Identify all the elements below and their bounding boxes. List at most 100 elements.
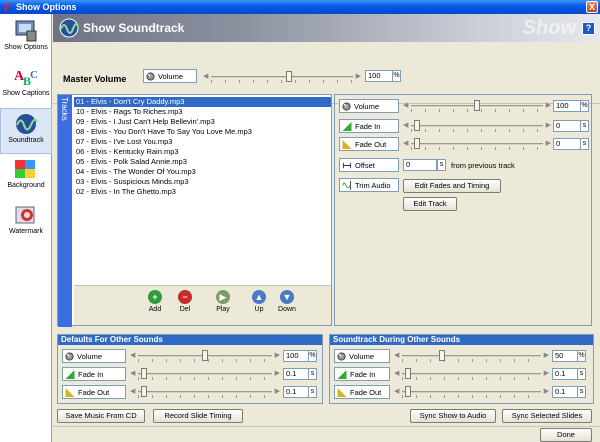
sidebar-item-background[interactable]: Background: [0, 154, 52, 200]
track-list[interactable]: 01 - Elvis - Don't Cry Daddy.mp3 10 - Elv…: [74, 97, 331, 285]
slider-right-arrow-icon[interactable]: ▶: [546, 121, 551, 129]
slider-thumb[interactable]: [202, 350, 208, 361]
master-volume-field[interactable]: 100: [365, 70, 395, 82]
track-list-item[interactable]: 05 - Elvis - Polk Salad Annie.mp3: [74, 157, 331, 167]
slider-left-arrow-icon[interactable]: ◀: [394, 351, 399, 359]
track-fadeout-field[interactable]: 0: [553, 138, 581, 150]
during-fadein-slider[interactable]: ◀ ▶: [394, 368, 549, 380]
slider-left-arrow-icon[interactable]: ◀: [403, 101, 408, 109]
slider-left-arrow-icon[interactable]: ◀: [130, 351, 135, 359]
slider-track[interactable]: [411, 125, 543, 127]
during-fadein-field[interactable]: 0.1: [552, 368, 578, 380]
track-list-item[interactable]: 03 - Elvis - Suspicious Minds.mp3: [74, 177, 331, 187]
track-fadein-slider[interactable]: ◀ ▶: [403, 120, 551, 132]
slider-right-arrow-icon[interactable]: ▶: [546, 101, 551, 109]
defaults-volume-button[interactable]: Volume: [62, 349, 126, 363]
master-volume-slider[interactable]: ◀ ▶: [203, 71, 361, 83]
offset-button[interactable]: Offset: [339, 158, 399, 172]
during-fadeout-slider[interactable]: ◀ ▶: [394, 386, 549, 398]
add-track-button[interactable]: + Add: [140, 290, 170, 313]
slider-track[interactable]: [411, 143, 543, 145]
track-list-item[interactable]: 06 - Elvis - Kentucky Rain.mp3: [74, 147, 331, 157]
sidebar-item-watermark[interactable]: Watermark: [0, 200, 52, 246]
slider-thumb[interactable]: [140, 386, 147, 397]
slider-track[interactable]: [138, 391, 272, 393]
close-button[interactable]: X: [586, 1, 598, 13]
help-button[interactable]: ?: [582, 22, 595, 35]
slider-thumb[interactable]: [285, 71, 292, 82]
sync-show-audio-button[interactable]: Sync Show to Audio: [410, 409, 496, 423]
defaults-fadein-button[interactable]: Fade In: [62, 367, 126, 381]
slider-thumb[interactable]: [140, 368, 147, 379]
track-fadein-field[interactable]: 0: [553, 120, 581, 132]
during-volume-field[interactable]: 50: [552, 350, 578, 362]
slider-left-arrow-icon[interactable]: ◀: [403, 139, 408, 147]
track-fadein-button[interactable]: Fade In: [339, 119, 399, 133]
defaults-fadeout-slider[interactable]: ◀ ▶: [130, 386, 280, 398]
slider-thumb[interactable]: [404, 386, 411, 397]
slider-right-arrow-icon[interactable]: ▶: [356, 72, 361, 80]
track-list-item[interactable]: 02 - Elvis - In The Ghetto.mp3: [74, 187, 331, 197]
slider-left-arrow-icon[interactable]: ◀: [403, 121, 408, 129]
track-fadeout-slider[interactable]: ◀ ▶: [403, 138, 551, 150]
tracks-tab[interactable]: Tracks: [58, 95, 72, 327]
track-list-item[interactable]: 04 - Elvis - The Wonder Of You.mp3: [74, 167, 331, 177]
sync-selected-slides-button[interactable]: Sync Selected Slides: [502, 409, 592, 423]
slider-track[interactable]: [211, 76, 353, 78]
master-volume-button[interactable]: Volume: [143, 69, 197, 83]
during-fadeout-field[interactable]: 0.1: [552, 386, 578, 398]
during-fadeout-button[interactable]: Fade Out: [334, 385, 390, 399]
slider-track[interactable]: [402, 391, 541, 393]
track-list-item[interactable]: 10 - Elvis - Rags To Riches.mp3: [74, 107, 331, 117]
record-slide-timing-button[interactable]: Record Slide Timing: [153, 409, 243, 423]
slider-right-arrow-icon[interactable]: ▶: [275, 351, 280, 359]
slider-right-arrow-icon[interactable]: ▶: [544, 387, 549, 395]
sidebar-item-show-captions[interactable]: A B C Show Captions: [0, 62, 52, 108]
track-volume-field[interactable]: 100: [553, 100, 581, 112]
defaults-fadein-field[interactable]: 0.1: [283, 368, 309, 380]
slider-left-arrow-icon[interactable]: ◀: [394, 369, 399, 377]
slider-left-arrow-icon[interactable]: ◀: [130, 387, 135, 395]
offset-field[interactable]: 0: [403, 159, 437, 171]
track-list-item[interactable]: 09 - Elvis - I Just Can't Help Bellevin'…: [74, 117, 331, 127]
slider-left-arrow-icon[interactable]: ◀: [203, 72, 208, 80]
move-up-button[interactable]: ▲ Up: [244, 290, 274, 313]
trim-audio-button[interactable]: Trim Audio: [339, 178, 399, 192]
track-list-item[interactable]: 01 - Elvis - Don't Cry Daddy.mp3: [74, 97, 331, 107]
track-volume-slider[interactable]: ◀ ▶: [403, 100, 551, 112]
slider-right-arrow-icon[interactable]: ▶: [275, 387, 280, 395]
defaults-volume-field[interactable]: 100: [283, 350, 309, 362]
slider-thumb[interactable]: [439, 350, 446, 361]
track-list-item[interactable]: 07 - Elvis - I've Lost You.mp3: [74, 137, 331, 147]
slider-thumb[interactable]: [404, 368, 411, 379]
slider-right-arrow-icon[interactable]: ▶: [544, 369, 549, 377]
defaults-fadeout-field[interactable]: 0.1: [283, 386, 309, 398]
slider-right-arrow-icon[interactable]: ▶: [546, 139, 551, 147]
sidebar-item-show-options[interactable]: Show Options: [0, 16, 52, 62]
during-fadein-button[interactable]: Fade In: [334, 367, 390, 381]
slider-thumb[interactable]: [413, 138, 420, 149]
slider-left-arrow-icon[interactable]: ◀: [394, 387, 399, 395]
slider-track[interactable]: [402, 355, 541, 357]
during-volume-button[interactable]: Volume: [334, 349, 390, 363]
delete-track-button[interactable]: − Del: [170, 290, 200, 313]
edit-fades-button[interactable]: Edit Fades and Timing: [403, 179, 501, 193]
slider-track[interactable]: [402, 373, 541, 375]
defaults-volume-slider[interactable]: ◀ ▶: [130, 350, 280, 362]
slider-thumb[interactable]: [413, 120, 420, 131]
sidebar-item-soundtrack[interactable]: Soundtrack: [0, 108, 52, 154]
during-volume-slider[interactable]: ◀ ▶: [394, 350, 549, 362]
done-button[interactable]: Done: [540, 428, 592, 442]
edit-track-button[interactable]: Edit Track: [403, 197, 457, 211]
slider-thumb[interactable]: [474, 100, 480, 111]
move-down-button[interactable]: ▼ Down: [272, 290, 302, 313]
save-music-cd-button[interactable]: Save Music From CD: [57, 409, 145, 423]
slider-left-arrow-icon[interactable]: ◀: [130, 369, 135, 377]
slider-right-arrow-icon[interactable]: ▶: [544, 351, 549, 359]
track-fadeout-button[interactable]: Fade Out: [339, 137, 399, 151]
track-volume-button[interactable]: Volume: [339, 99, 399, 113]
slider-right-arrow-icon[interactable]: ▶: [275, 369, 280, 377]
track-list-item[interactable]: 08 - Elvis - You Don't Have To Say You L…: [74, 127, 331, 137]
defaults-fadeout-button[interactable]: Fade Out: [62, 385, 126, 399]
defaults-fadein-slider[interactable]: ◀ ▶: [130, 368, 280, 380]
